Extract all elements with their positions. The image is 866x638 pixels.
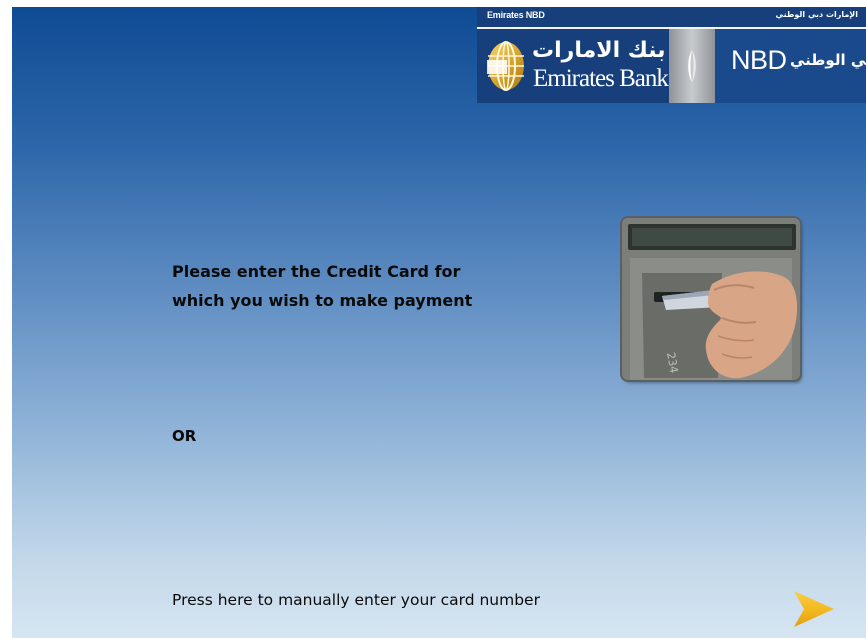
instruction-text: Please enter the Credit Card for which y… bbox=[172, 257, 472, 315]
instruction-line-2: which you wish to make payment bbox=[172, 291, 473, 310]
nbd-arabic-name: بنك دبي الوطني bbox=[790, 51, 866, 69]
nbd-logo: NBD بنك دبي الوطني bbox=[715, 29, 866, 103]
globe-icon bbox=[487, 41, 524, 91]
instruction-line-1: Please enter the Credit Card for bbox=[172, 262, 461, 281]
emirates-bank-arabic-name: بنك الامارات bbox=[532, 38, 666, 63]
emirates-bank-english-name: Emirates Bank bbox=[533, 65, 669, 92]
brand-name-arabic-small: الإمارات دبي الوطني bbox=[775, 10, 858, 19]
card-insert-photo: 234 bbox=[622, 218, 800, 380]
brand-top-bar: Emirates NBD الإمارات دبي الوطني bbox=[477, 7, 866, 27]
next-arrow-icon[interactable] bbox=[792, 589, 836, 629]
bank-brand-header: Emirates NBD الإمارات دبي الوطني بنك الا… bbox=[477, 7, 866, 103]
emblem-divider bbox=[669, 29, 715, 103]
atm-screen: Emirates NBD الإمارات دبي الوطني بنك الا… bbox=[12, 7, 866, 638]
or-label: OR bbox=[172, 427, 197, 445]
card-insert-illustration: 234 bbox=[622, 218, 800, 380]
emblem-icon bbox=[688, 50, 696, 82]
brand-name-english-small: Emirates NBD bbox=[487, 10, 545, 20]
emirates-bank-logo: بنك الامارات Emirates Bank bbox=[477, 29, 669, 103]
manual-entry-option[interactable]: Press here to manually enter your card n… bbox=[172, 591, 540, 609]
nbd-english-name: NBD bbox=[731, 45, 787, 75]
